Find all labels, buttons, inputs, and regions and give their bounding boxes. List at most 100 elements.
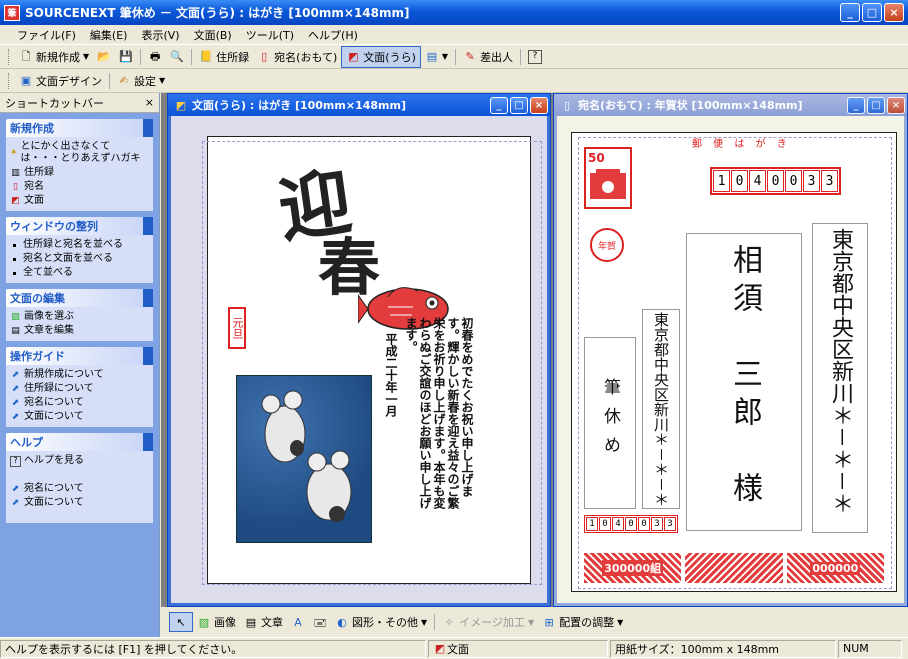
sidebar-item-view-help[interactable]: ? ヘルプを見る [10, 454, 149, 468]
sender-name: 筆休め [600, 378, 620, 465]
help-icon: ? [528, 49, 543, 64]
text-tool-button[interactable]: ▤ 文章 [240, 612, 287, 632]
sender-address: 東京都中央区新川＊－＊－＊ [652, 312, 670, 508]
address-front-window[interactable]: ▯ 宛名(おもて) : 年賀状 [100mm×148mm] _ □ × 郵 便 … [553, 93, 908, 607]
text-edit-icon: ▤ [11, 325, 20, 336]
guide-icon: ⬈ [11, 411, 20, 422]
sidebar-item-guide-address-book[interactable]: ⬈ 住所録について [10, 382, 149, 396]
address-front-titlebar[interactable]: ▯ 宛名(おもて) : 年賀状 [100mm×148mm] _ □ × [554, 94, 907, 116]
sender-postal-digit: 0 [599, 517, 611, 531]
sidebar-item-address-book[interactable]: ▥ 住所録 [10, 166, 149, 180]
menu-file[interactable]: ファイル(F) [10, 27, 83, 43]
postcard-front-icon: ▯ [563, 98, 571, 112]
sidebar-item-guide-text[interactable]: ⬈ 文面について [10, 410, 149, 424]
minimize-button[interactable]: _ [840, 3, 860, 22]
sidebar-item-guide-new[interactable]: ⬈ 新規作成について [10, 368, 149, 382]
toolbar-grip[interactable] [8, 72, 11, 89]
shapes-tool-button[interactable]: ◐ 図形・その他 ▼ [331, 612, 431, 632]
sidebar-item-arrange-all[interactable]: 全て並べる [10, 266, 149, 280]
select-tool-button[interactable]: ↖ [169, 612, 193, 632]
insert-image-button[interactable]: 🖃 [309, 613, 331, 631]
app-icon: 筆 [4, 4, 20, 21]
save-button[interactable]: 💾 [115, 48, 137, 66]
menu-tools[interactable]: ツール(T) [239, 27, 301, 43]
sidebar-item-guide-address[interactable]: ⬈ 宛名について [10, 396, 149, 410]
recipient-name-box[interactable]: 相須 三郎 様 [686, 233, 802, 531]
print-button[interactable]: 🖶 [144, 48, 166, 66]
sidebar-item-address[interactable]: ▯ 宛名 [10, 180, 149, 194]
settings-button[interactable]: ✍ 設定 ▼ [113, 71, 169, 91]
postcard-front[interactable]: 郵 便 は が き 50 年賀 1 0 4 0 0 3 3 東京都中央区新川＊－… [571, 132, 897, 592]
postcard-front-icon: ▯ [261, 50, 268, 63]
recipient-address-box[interactable]: 東京都中央区新川＊－＊－＊ [812, 223, 868, 533]
stamp-value: 50 [588, 151, 605, 165]
align-button[interactable]: ⊞ 配置の調整 ▼ [538, 612, 627, 632]
sidebar-item-help-address[interactable]: ⬈ 宛名について [10, 482, 149, 496]
menu-text[interactable]: 文面(B) [187, 27, 239, 43]
menu-help[interactable]: ヘルプ(H) [301, 27, 365, 43]
greeting-message[interactable]: 初春をめでたくお祝い申し上げます。輝かしい新春を迎え益々のご繁栄をお祈り申し上げ… [404, 317, 474, 517]
new-button[interactable]: 🗋 新規作成 ▼ [15, 47, 93, 67]
seal-stamp[interactable]: 元旦 [228, 307, 246, 349]
help-button[interactable]: ? [524, 48, 546, 66]
guide-icon: ⬈ [11, 483, 20, 494]
greeting-date[interactable]: 平成二十年一月 [384, 333, 398, 433]
mouse-image[interactable] [236, 375, 372, 543]
section-title[interactable]: ウィンドウの整列 [6, 217, 153, 235]
sidebar-item-text[interactable]: ◩ 文面 [10, 194, 149, 208]
maximize-button[interactable]: □ [862, 3, 882, 22]
section-title[interactable]: 文面の編集 [6, 289, 153, 307]
child-close-button[interactable]: × [887, 96, 905, 114]
vertical-text-button[interactable]: A [287, 613, 309, 631]
insert-image-icon: 🖃 [313, 615, 327, 629]
postage-stamp[interactable]: 50 [584, 147, 632, 209]
text-back-window[interactable]: ◩ 文面(うら) : はがき [100mm×148mm] _ □ × 迎 春 元… [167, 93, 551, 607]
sparkle-icon: ✶ [10, 147, 18, 158]
sidebar-item-choose-image[interactable]: ▨ 画像を選ぶ [10, 310, 149, 324]
sender-button[interactable]: ✎ 差出人 [459, 47, 517, 67]
child-minimize-button[interactable]: _ [490, 96, 508, 114]
text-back-canvas[interactable]: 迎 春 元旦 初春をめでたくお祝い申し上げます。輝かしい新春を迎え益々のご繁栄を… [171, 116, 547, 603]
preview-button[interactable]: 🔍 [166, 48, 188, 66]
section-title[interactable]: ヘルプ [6, 433, 153, 451]
section-title[interactable]: 操作ガイド [6, 347, 153, 365]
design-button[interactable]: ▣ 文面デザイン [15, 71, 106, 91]
sidebar-item-arrange-1[interactable]: 住所録と宛名を並べる [10, 238, 149, 252]
sender-postal-digit: 0 [625, 517, 637, 531]
sender-name-box[interactable]: 筆休め [584, 337, 636, 509]
close-button[interactable]: × [884, 3, 904, 22]
design-toolbar: ▣ 文面デザイン ✍ 設定 ▼ [0, 69, 908, 93]
menu-view[interactable]: 表示(V) [134, 27, 186, 43]
sidebar-item-edit-text[interactable]: ▤ 文章を編集 [10, 324, 149, 338]
status-help: ヘルプを表示するには [F1] を押してください。 [0, 639, 426, 658]
address-book-button[interactable]: 📒 住所録 [195, 47, 253, 67]
section-title[interactable]: 新規作成 [6, 119, 153, 137]
sidebar-item-quick-card[interactable]: ✶ とにかく出さなくては・・・とりあえずハガキ [10, 140, 149, 166]
vertical-text-icon: A [294, 615, 302, 629]
postcard-back[interactable]: 迎 春 元旦 初春をめでたくお祝い申し上げます。輝かしい新春を迎え益々のご繁栄を… [202, 136, 542, 585]
sidebar-item-arrange-2[interactable]: 宛名と文面を並べる [10, 252, 149, 266]
settings-icon: ✍ [119, 74, 129, 87]
child-maximize-button[interactable]: □ [867, 96, 885, 114]
image-edit-button[interactable]: ✧ イメージ加工 ▼ [438, 612, 538, 632]
image-tool-button[interactable]: ▨ 画像 [193, 612, 240, 632]
text-back-titlebar[interactable]: ◩ 文面(うら) : はがき [100mm×148mm] _ □ × [168, 94, 550, 116]
layout-button[interactable]: ▤ ▼ [421, 48, 452, 66]
postal-code[interactable]: 1 0 4 0 0 3 3 [710, 167, 841, 195]
address-front-button[interactable]: ▯ 宛名(おもて) [253, 47, 341, 67]
child-close-button[interactable]: × [530, 96, 548, 114]
menu-edit[interactable]: 編集(E) [83, 27, 135, 43]
open-button[interactable]: 📂 [93, 48, 115, 66]
postcard-back-icon: ◩ [348, 50, 359, 63]
sender-postal-code[interactable]: 1 0 4 0 0 3 3 [584, 515, 678, 533]
text-back-button[interactable]: ◩ 文面(うら) [341, 45, 421, 68]
toolbar-grip[interactable] [8, 48, 11, 65]
postcard-front-icon: ▯ [13, 181, 18, 192]
shortcut-bar-close[interactable]: × [145, 96, 154, 109]
child-maximize-button[interactable]: □ [510, 96, 528, 114]
status-mode: ◩ 文面 [428, 639, 608, 658]
child-minimize-button[interactable]: _ [847, 96, 865, 114]
address-front-canvas[interactable]: 郵 便 は が き 50 年賀 1 0 4 0 0 3 3 東京都中央区新川＊－… [557, 116, 904, 603]
sidebar-item-help-text[interactable]: ⬈ 文面について [10, 496, 149, 510]
sender-address-box[interactable]: 東京都中央区新川＊－＊－＊ [642, 309, 680, 509]
